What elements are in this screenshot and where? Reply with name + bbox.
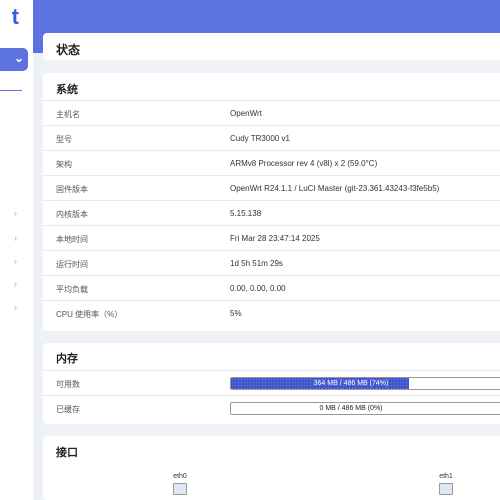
page-title: 状态 [56, 43, 81, 57]
row-label: 平均负载 [56, 285, 88, 294]
page-title-panel: 状态 [43, 33, 500, 60]
row-label: 本地时间 [56, 235, 88, 244]
row-label: 主机名 [56, 110, 80, 119]
table-row: 运行时间 1d 5h 51m 29s [43, 250, 500, 275]
chevron-right-icon[interactable]: › [14, 256, 17, 266]
row-value: 5% [230, 309, 242, 318]
table-row: 主机名 OpenWrt [43, 100, 500, 125]
table-row: 型号 Cudy TR3000 v1 [43, 125, 500, 150]
interface-eth1[interactable]: eth1 [439, 473, 453, 495]
memory-cached-progress-bar: 0 MB / 486 MB (0%) [230, 402, 500, 415]
table-row: 平均负载 0.00, 0.00, 0.00 [43, 275, 500, 300]
interface-name: eth0 [173, 473, 187, 480]
row-value: 1d 5h 51m 29s [230, 259, 283, 268]
table-row: 可用数 364 MB / 486 MB (74%) [43, 370, 500, 395]
row-label: 固件版本 [56, 185, 88, 194]
row-label: 运行时间 [56, 260, 88, 269]
table-row: CPU 使用率（%） 5% [43, 300, 500, 325]
table-row: 已缓存 0 MB / 486 MB (0%) [43, 395, 500, 420]
memory-section: 内存 可用数 364 MB / 486 MB (74%) 已缓存 0 MB / … [43, 343, 500, 424]
row-label: 已缓存 [56, 405, 80, 414]
table-row: 架构 ARMv8 Processor rev 4 (v8l) x 2 (59.0°… [43, 150, 500, 175]
interfaces-section: 接口 eth0 eth1 [43, 436, 500, 500]
ethernet-port-icon [439, 483, 453, 495]
row-value: ARMv8 Processor rev 4 (v8l) x 2 (59.0°C) [230, 159, 378, 168]
brand-logo[interactable]: t [0, 0, 33, 36]
progress-label: 364 MB / 486 MB (74%) [313, 380, 389, 387]
sidebar: t ⌄ › › › › › [0, 0, 33, 500]
row-value: OpenWrt [230, 109, 262, 118]
chevron-right-icon[interactable]: › [14, 302, 17, 312]
row-value: 0.00, 0.00, 0.00 [230, 284, 286, 293]
row-label: 内核版本 [56, 210, 88, 219]
progress-label: 0 MB / 486 MB (0%) [319, 405, 383, 412]
system-section: 系统 主机名 OpenWrt 型号 Cudy TR3000 v1 架构 ARMv8 P… [43, 73, 500, 331]
section-title-memory: 内存 [56, 353, 78, 365]
row-label: 型号 [56, 135, 72, 144]
chevron-right-icon[interactable]: › [14, 233, 17, 243]
table-row: 本地时间 Fri Mar 28 23:47:14 2025 [43, 225, 500, 250]
memory-available-progress-bar: 364 MB / 486 MB (74%) [230, 377, 500, 390]
row-label: 架构 [56, 160, 72, 169]
sidebar-menu-selector[interactable]: ⌄ [0, 48, 28, 71]
sidebar-divider [0, 90, 22, 91]
interface-eth0[interactable]: eth0 [173, 473, 187, 495]
row-label: 可用数 [56, 380, 80, 389]
section-title-system: 系统 [56, 84, 78, 96]
brand-text: t [11, 4, 19, 29]
section-title-interfaces: 接口 [56, 447, 78, 459]
row-value: OpenWrt R24.1.1 / LuCI Master (git-23.36… [230, 184, 440, 193]
row-label: CPU 使用率（%） [56, 310, 123, 319]
row-value: Cudy TR3000 v1 [230, 134, 290, 143]
row-value: 5.15.138 [230, 209, 262, 218]
table-row: 内核版本 5.15.138 [43, 200, 500, 225]
chevron-right-icon[interactable]: › [14, 279, 17, 289]
interface-name: eth1 [439, 473, 453, 480]
table-row: 固件版本 OpenWrt R24.1.1 / LuCI Master (git-2… [43, 175, 500, 200]
chevron-right-icon[interactable]: › [14, 208, 17, 218]
ethernet-port-icon [173, 483, 187, 495]
row-value: Fri Mar 28 23:47:14 2025 [230, 234, 320, 243]
chevron-down-icon: ⌄ [13, 51, 24, 65]
